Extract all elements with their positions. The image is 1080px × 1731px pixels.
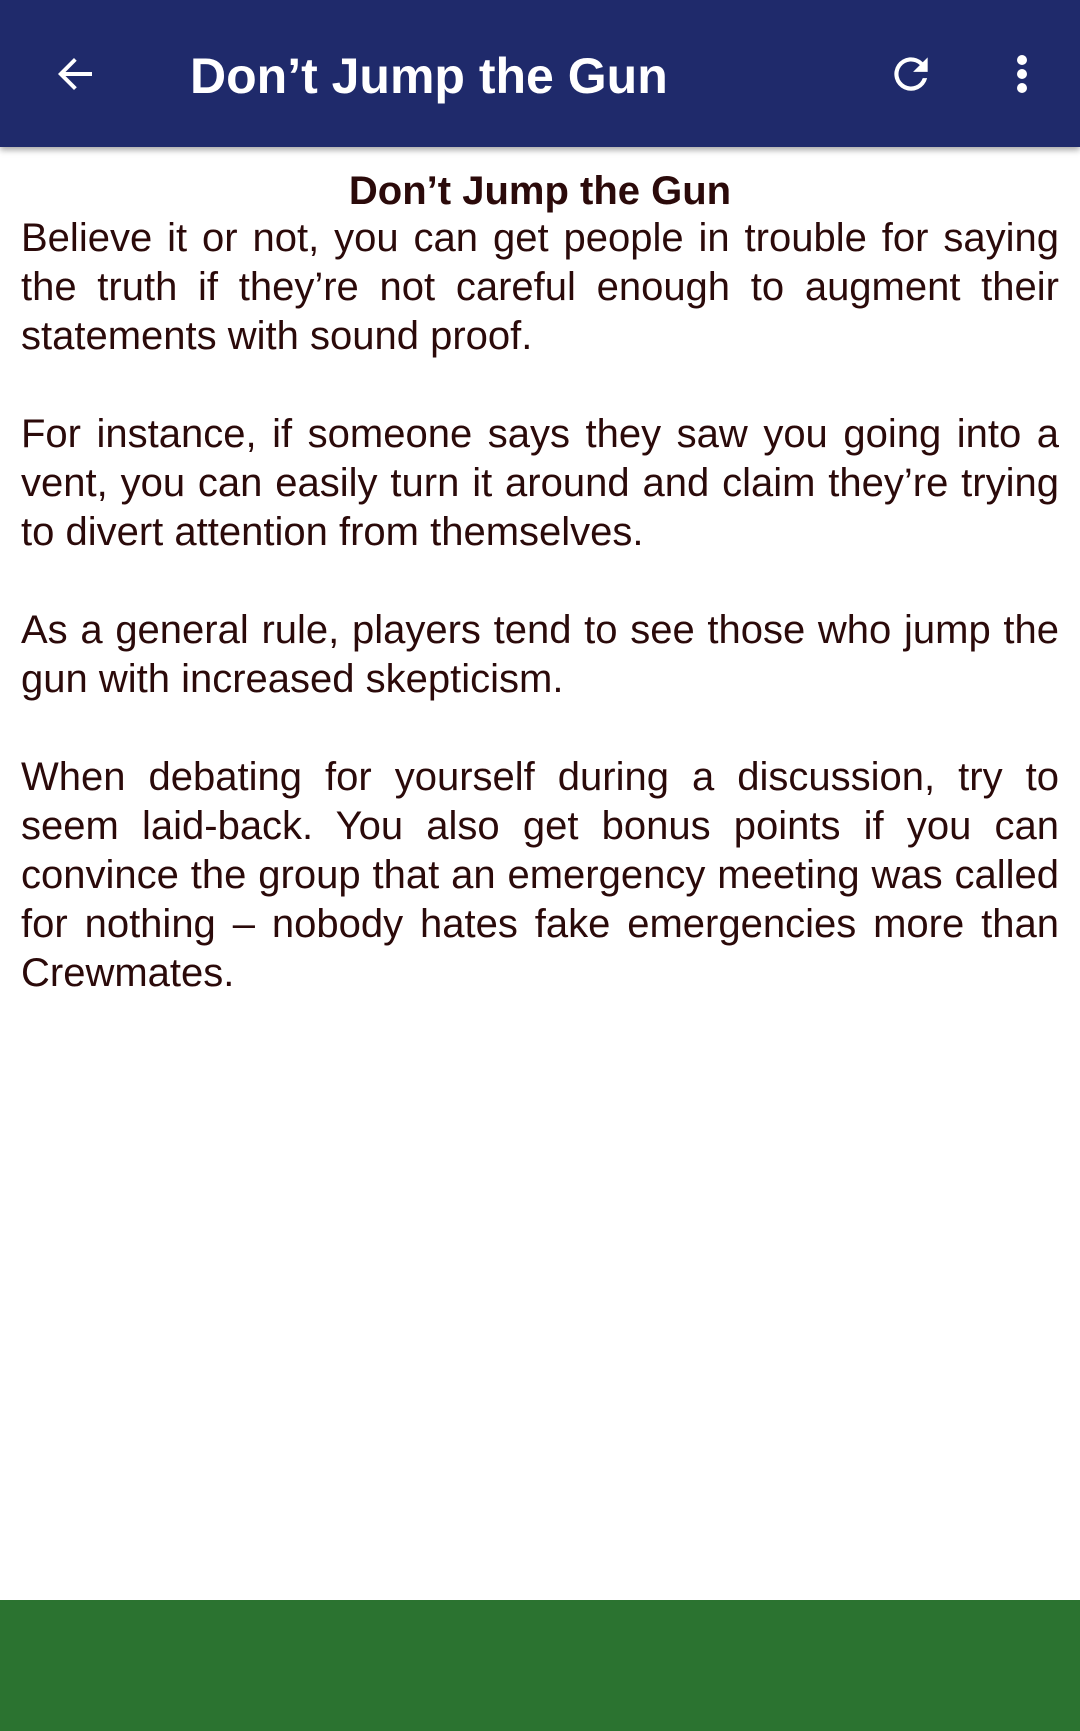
article-paragraph: For instance, if someone says they saw y…: [21, 412, 1059, 554]
article-title: Don’t Jump the Gun: [348, 169, 732, 213]
arrow-back-icon: [58, 58, 92, 90]
footer-banner: [0, 1600, 1080, 1731]
overflow-menu-button[interactable]: [986, 38, 1058, 110]
refresh-icon: [894, 57, 928, 91]
app-bar: Don’t Jump the Gun: [0, 0, 1080, 147]
article-paragraph: As a general rule, players tend to see t…: [21, 608, 1059, 701]
page-title: Don’t Jump the Gun: [190, 48, 668, 104]
article-paragraph: When debating for yourself during a disc…: [21, 755, 1059, 995]
back-button[interactable]: [40, 38, 112, 110]
refresh-button[interactable]: [875, 38, 947, 110]
more-vert-icon: [1017, 55, 1027, 93]
article-content: Don’t Jump the Gun Believe it or not, yo…: [21, 165, 1059, 1047]
article-paragraph: Believe it or not, you can get people in…: [21, 216, 1059, 358]
